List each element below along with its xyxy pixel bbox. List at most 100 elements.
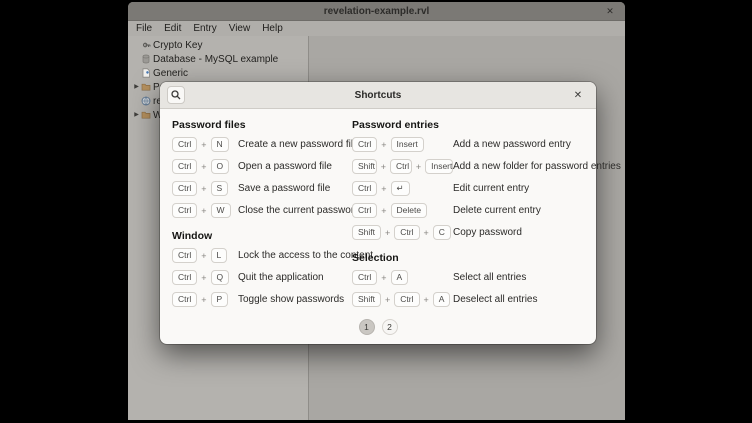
- shortcut-section: Password entries Ctrl+Insert Add a new p…: [352, 119, 590, 240]
- key-combo: Ctrl+Q: [172, 270, 238, 285]
- keycap: Ctrl: [172, 248, 197, 263]
- keycap: Delete: [391, 203, 428, 218]
- keycap: Ctrl: [172, 137, 197, 152]
- expander-icon[interactable]: ▶: [133, 80, 140, 94]
- menu-item-view[interactable]: View: [223, 21, 257, 36]
- menu-item-edit[interactable]: Edit: [158, 21, 187, 36]
- section-title: Window: [172, 230, 348, 242]
- shortcut-row: Ctrl+W Close the current password file: [172, 203, 348, 218]
- tree-item-label: Database - MySQL example: [153, 54, 278, 65]
- key-combo: Ctrl+N: [172, 137, 238, 152]
- keycap: ↵: [391, 181, 410, 196]
- shortcut-section: Selection Ctrl+A Select all entries Shif…: [352, 252, 590, 307]
- plus-separator: +: [424, 295, 429, 305]
- page-dot-1[interactable]: 1: [359, 319, 375, 335]
- tree-item-label: Crypto Key: [153, 40, 202, 51]
- tree-item[interactable]: Generic: [128, 66, 308, 80]
- generic-icon: [141, 68, 151, 78]
- page-dot-2[interactable]: 2: [382, 319, 398, 335]
- plus-separator: +: [201, 273, 206, 283]
- key-combo: Ctrl+L: [172, 248, 238, 263]
- keycap: Ctrl: [352, 270, 377, 285]
- plus-separator: +: [385, 295, 390, 305]
- shortcut-description: Quit the application: [238, 272, 324, 283]
- keycap: Ctrl: [390, 159, 412, 174]
- key-combo: Ctrl + S: [172, 181, 238, 196]
- keycap: Ctrl: [172, 181, 197, 196]
- database-icon: [141, 54, 151, 64]
- plus-separator: +: [381, 162, 386, 172]
- key-combo: Ctrl + A: [352, 270, 453, 285]
- titlebar[interactable]: revelation-example.rvl ✕: [128, 2, 625, 21]
- keycap: Insert: [391, 137, 424, 152]
- shortcut-row: Shift+Ctrl+A Deselect all entries: [352, 292, 590, 307]
- shortcut-row: Ctrl+Q Quit the application: [172, 270, 348, 285]
- shortcuts-dialog-body: Password files Ctrl+N Create a new passw…: [160, 109, 596, 344]
- plus-separator: +: [385, 228, 390, 238]
- plus-separator: +: [201, 251, 206, 261]
- keycap: Shift: [352, 225, 381, 240]
- expander-icon[interactable]: ▶: [133, 108, 140, 122]
- window-title: revelation-example.rvl: [324, 6, 430, 17]
- shortcut-row: Ctrl+↵ Edit current entry: [352, 181, 590, 196]
- keycap: Shift: [352, 292, 381, 307]
- shortcut-section: Window Ctrl+L Lock the access to the con…: [172, 230, 348, 307]
- shortcuts-dialog-header: Shortcuts ✕: [160, 82, 596, 109]
- plus-separator: +: [381, 273, 386, 283]
- globe-icon: [141, 96, 151, 106]
- shortcut-description: Delete current entry: [453, 205, 541, 216]
- shortcut-row: Ctrl+Delete Delete current entry: [352, 203, 590, 218]
- plus-separator: +: [201, 140, 206, 150]
- tree-item[interactable]: Crypto Key: [128, 38, 308, 52]
- shortcut-row: Ctrl+S Save a password file: [172, 181, 348, 196]
- keycap: O: [211, 159, 230, 174]
- shortcut-row: Ctrl+N Create a new password file: [172, 137, 348, 152]
- key-combo: Ctrl+P: [172, 292, 238, 307]
- key-combo: Ctrl + Insert: [352, 137, 453, 152]
- shortcut-section: Password files Ctrl+N Create a new passw…: [172, 119, 348, 218]
- keycap: Ctrl: [352, 181, 377, 196]
- section-title: Password files: [172, 119, 348, 131]
- shortcut-row: Ctrl + Insert Add a new password entry: [352, 137, 590, 152]
- plus-separator: +: [424, 228, 429, 238]
- section-title: Selection: [352, 252, 590, 264]
- shortcut-row: Ctrl+L Lock the access to the content: [172, 248, 348, 263]
- shortcut-row: Ctrl+P Toggle show passwords: [172, 292, 348, 307]
- keycap: Ctrl: [352, 137, 377, 152]
- keycap: Ctrl: [394, 225, 419, 240]
- shortcut-row: Ctrl+O Open a password file: [172, 159, 348, 174]
- shortcut-description: Add a new password entry: [453, 139, 571, 150]
- dialog-close-icon[interactable]: ✕: [570, 82, 586, 109]
- menu-item-help[interactable]: Help: [256, 21, 289, 36]
- tree-item[interactable]: Database - MySQL example: [128, 52, 308, 66]
- keycap: Shift: [352, 159, 377, 174]
- plus-separator: +: [201, 162, 206, 172]
- key-combo: Ctrl+↵: [352, 181, 453, 196]
- key-combo: Ctrl+O: [172, 159, 238, 174]
- shortcut-row: Shift+Ctrl+Insert Add a new folder for p…: [352, 159, 590, 174]
- shortcut-description: Edit current entry: [453, 183, 529, 194]
- keycap: Q: [211, 270, 230, 285]
- menu-item-entry[interactable]: Entry: [187, 21, 222, 36]
- window-close-icon[interactable]: ✕: [603, 2, 617, 21]
- shortcut-description: Toggle show passwords: [238, 294, 344, 305]
- keycap: Ctrl: [172, 203, 197, 218]
- keycap: C: [433, 225, 451, 240]
- shortcut-description: Select all entries: [453, 272, 526, 283]
- shortcuts-dialog: Shortcuts ✕ Password files Ctrl+N Create…: [160, 82, 596, 344]
- keycap: A: [433, 292, 451, 307]
- plus-separator: +: [201, 184, 206, 194]
- key-combo: Ctrl+Delete: [352, 203, 453, 218]
- plus-separator: +: [201, 206, 206, 216]
- menu-item-file[interactable]: File: [130, 21, 158, 36]
- menu-bar: FileEditEntryViewHelp: [128, 21, 625, 36]
- shortcuts-column-right: Password entries Ctrl+Insert Add a new p…: [352, 109, 590, 314]
- dialog-title: Shortcuts: [160, 82, 596, 109]
- keycap: S: [211, 181, 229, 196]
- shortcut-row: Ctrl + A Select all entries: [352, 270, 590, 285]
- page-indicator: 12: [160, 319, 596, 335]
- keycap: A: [391, 270, 409, 285]
- plus-separator: +: [201, 295, 206, 305]
- keycap: Insert: [425, 159, 453, 174]
- plus-separator: +: [381, 140, 386, 150]
